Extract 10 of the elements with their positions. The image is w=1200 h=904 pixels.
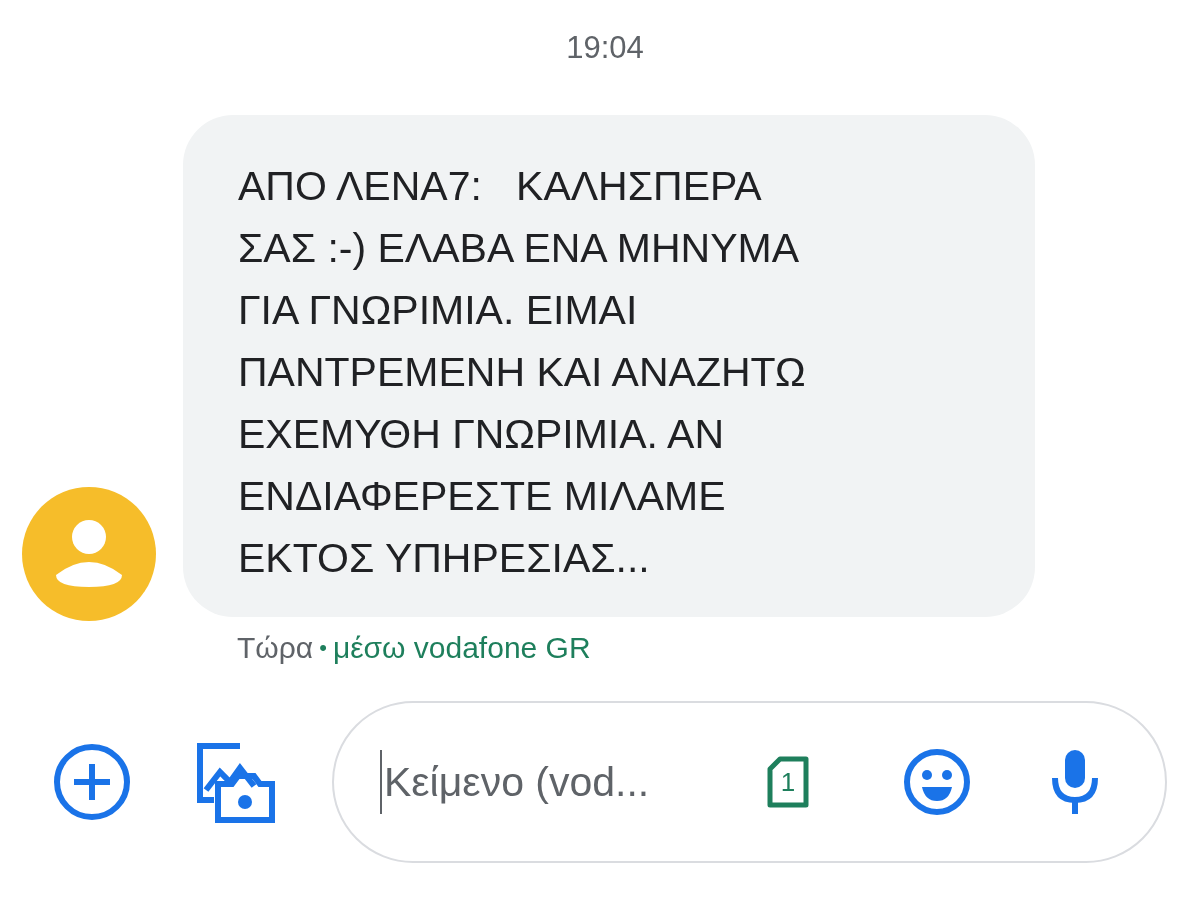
avatar-icon [22,487,156,621]
add-icon[interactable] [52,742,132,822]
separator-dot: • [319,635,327,661]
sim-card-icon[interactable]: 1 [766,756,810,808]
carrier-label: μέσω vodafone GR [332,631,591,665]
message-text: ΑΠΟ ΛΕΝΑ7: ΚΑΛΗΣΠΕΡΑ ΣΑΣ :-) ΕΛΑΒΑ ΕΝΑ ΜΗΝΥΜΑ ΓΙΑ ΓΝΩΡΙΜΙΑ. ΕΙΜΑΙ ΠΑΝΤΡΕΜΕΝΗ ΚΑΙ ΑΝΑΖΗΤΩ ΕΧΕΜΥΘΗ ΓΝΩΡΙΜΙΑ. ΑΝ ΕΝΔΙΑΦΕΡΕΣΤΕ ΜΙΛΑΜΕ ΕΚΤΟΣ ΥΠΗΡΕΣΙΑΣ... [238,162,807,583]
message-time: Τώρα [237,631,314,665]
message-timestamp: 19:04 [565,29,645,67]
message-input-field[interactable]: Κείμενο (vod... 1 [332,701,1167,863]
emoji-icon[interactable] [902,747,972,817]
